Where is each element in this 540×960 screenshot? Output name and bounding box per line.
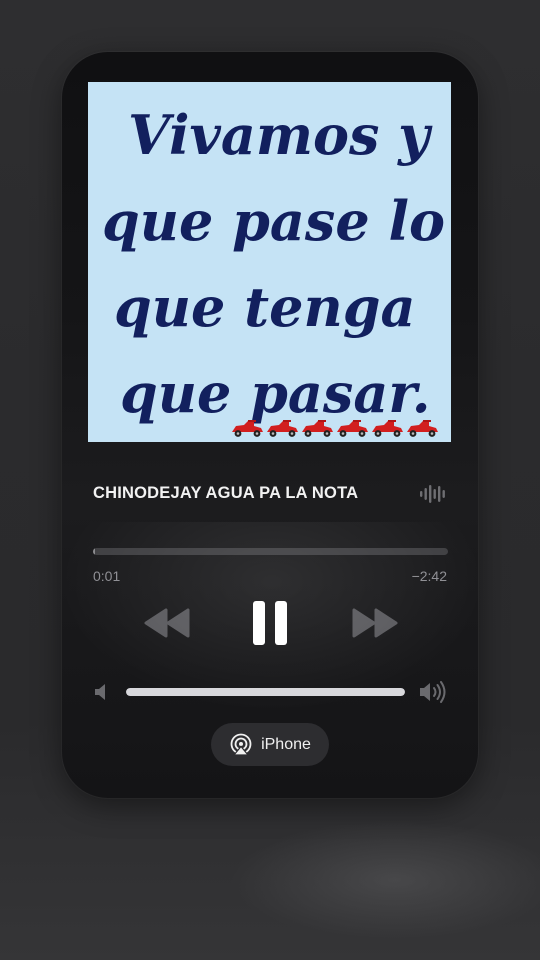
playback-scrubber[interactable]: [93, 548, 448, 555]
fast-forward-icon: [352, 608, 398, 638]
volume-level-fill: [126, 688, 405, 696]
speaker-low-icon: [95, 684, 105, 700]
remaining-time: −2:42: [411, 568, 447, 584]
volume-slider[interactable]: [126, 688, 405, 696]
output-device-label: iPhone: [261, 735, 311, 753]
rewind-button[interactable]: [142, 608, 192, 638]
now-playing-card: Vivamos y que pase lo que tenga que pasa…: [62, 52, 478, 798]
playback-progress-fill: [93, 548, 96, 555]
pause-icon: [253, 601, 287, 645]
speaker-high-icon: [420, 681, 446, 703]
airplay-output-button[interactable]: iPhone: [211, 723, 329, 766]
background-glow: [230, 820, 540, 940]
rewind-icon: [144, 608, 190, 638]
artwork-line-1: Vivamos y: [128, 103, 433, 167]
artwork-line-3: que tenga: [114, 275, 415, 339]
elapsed-time: 0:01: [93, 568, 121, 584]
artwork-line-2: que pase lo: [102, 189, 445, 253]
pause-button[interactable]: [250, 599, 290, 647]
audio-waveform-icon: [420, 485, 445, 503]
artwork-line-4: que pasar.: [120, 361, 431, 425]
airplay-icon: [230, 733, 252, 756]
artwork-image: Vivamos y que pase lo que tenga que pasa…: [88, 82, 451, 442]
fast-forward-button[interactable]: [350, 608, 400, 638]
song-title[interactable]: CHINODEJAY AGUA PA LA NOTA: [93, 484, 403, 503]
album-artwork: Vivamos y que pase lo que tenga que pasa…: [88, 82, 451, 442]
